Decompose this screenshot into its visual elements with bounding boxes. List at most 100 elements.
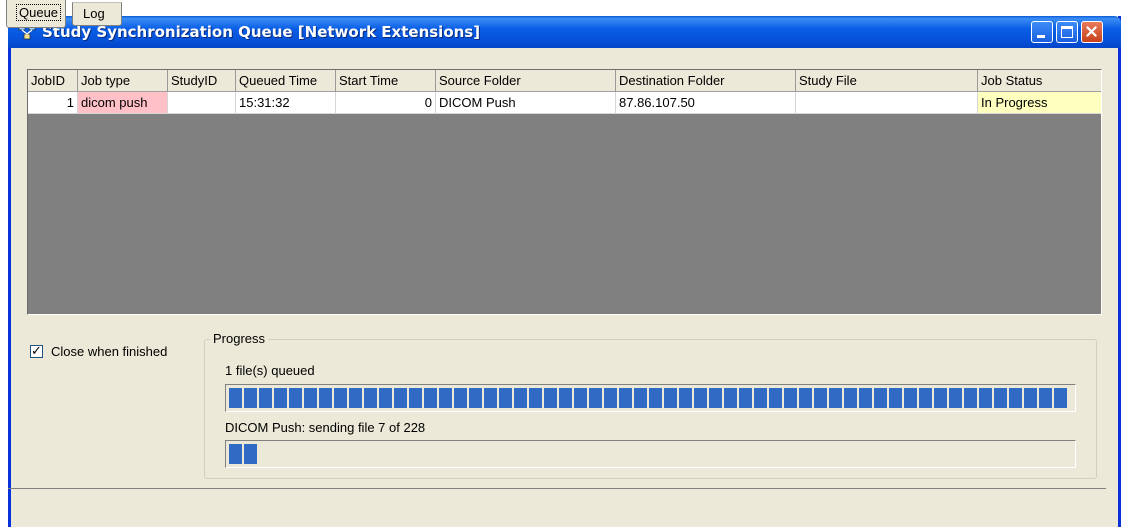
column-header-studyid[interactable]: StudyID — [168, 70, 236, 92]
column-header-job-type[interactable]: Job type — [78, 70, 168, 92]
progress-segment — [514, 388, 527, 408]
progress-segment — [784, 388, 797, 408]
progress-segment — [244, 388, 257, 408]
progress-segment — [874, 388, 887, 408]
cell-studyid — [168, 92, 236, 114]
progress-segment — [319, 388, 332, 408]
progress-segment — [844, 388, 857, 408]
progress-segment — [934, 388, 947, 408]
cell-job-status: In Progress — [978, 92, 1101, 114]
cell-study-file — [796, 92, 978, 114]
progress-segment — [664, 388, 677, 408]
progress-segment — [574, 388, 587, 408]
progress-segment — [409, 388, 422, 408]
grid-header: JobID Job type StudyID Queued Time Start… — [28, 70, 1101, 92]
progress-segment — [424, 388, 437, 408]
column-header-destination-folder[interactable]: Destination Folder — [616, 70, 796, 92]
cell-jobid: 1 — [28, 92, 78, 114]
cell-source-folder: DICOM Push — [436, 92, 616, 114]
tab-log[interactable]: Log — [72, 2, 122, 26]
progress-segment — [649, 388, 662, 408]
sending-status-text: DICOM Push: sending file 7 of 228 — [225, 420, 426, 435]
progress-segment — [304, 388, 317, 408]
progress-segment — [949, 388, 962, 408]
progress-segment — [799, 388, 812, 408]
progress-segment — [889, 388, 902, 408]
progress-segment — [919, 388, 932, 408]
progress-segment — [814, 388, 827, 408]
maximize-button[interactable] — [1056, 21, 1078, 43]
progress-segment — [334, 388, 347, 408]
progress-segment — [754, 388, 767, 408]
column-header-queued-time[interactable]: Queued Time — [236, 70, 336, 92]
progress-group-label: Progress — [210, 331, 269, 346]
column-header-job-status[interactable]: Job Status — [978, 70, 1101, 92]
progress-segment — [724, 388, 737, 408]
maximize-icon — [1061, 26, 1073, 38]
progress-segment — [589, 388, 602, 408]
queued-progress-bar — [225, 384, 1076, 412]
column-header-study-file[interactable]: Study File — [796, 70, 978, 92]
close-button[interactable] — [1081, 21, 1103, 43]
progress-segment — [499, 388, 512, 408]
progress-segment — [394, 388, 407, 408]
progress-segment — [349, 388, 362, 408]
queued-status-text: 1 file(s) queued — [225, 363, 315, 378]
progress-segment — [229, 444, 242, 464]
cell-queued-time: 15:31:32 — [236, 92, 336, 114]
progress-segment — [904, 388, 917, 408]
minimize-button[interactable] — [1031, 21, 1053, 43]
close-icon — [1086, 26, 1097, 37]
tab-queue-label: Queue — [15, 4, 62, 21]
progress-segment — [994, 388, 1007, 408]
progress-segment — [274, 388, 287, 408]
progress-segment — [244, 444, 257, 464]
progress-segment — [484, 388, 497, 408]
progress-segment — [439, 388, 452, 408]
progress-segment — [769, 388, 782, 408]
progress-segment — [229, 388, 242, 408]
table-row[interactable]: 1 dicom push 15:31:32 0 DICOM Push 87.86… — [28, 92, 1101, 114]
progress-segment — [829, 388, 842, 408]
progress-segment — [1039, 388, 1052, 408]
progress-segment — [364, 388, 377, 408]
progress-segment — [454, 388, 467, 408]
progress-segment — [1024, 388, 1037, 408]
job-queue-grid[interactable]: JobID Job type StudyID Queued Time Start… — [27, 69, 1102, 315]
tab-strip-divider — [8, 488, 1106, 489]
progress-segment — [544, 388, 557, 408]
title-bar[interactable]: Study Synchronization Queue [Network Ext… — [8, 16, 1121, 48]
progress-segment — [529, 388, 542, 408]
progress-segment — [709, 388, 722, 408]
cell-job-type: dicom push — [78, 92, 168, 114]
checkbox-box[interactable]: ✓ — [30, 343, 43, 358]
progress-segment — [379, 388, 392, 408]
progress-segment — [634, 388, 647, 408]
close-when-finished-label: Close when finished — [51, 344, 168, 359]
progress-segment — [259, 388, 272, 408]
cell-start-time: 0 — [336, 92, 436, 114]
column-header-start-time[interactable]: Start Time — [336, 70, 436, 92]
tab-log-label: Log — [83, 6, 105, 21]
progress-segment — [739, 388, 752, 408]
cell-destination-folder: 87.86.107.50 — [616, 92, 796, 114]
progress-segment — [289, 388, 302, 408]
sending-progress-bar — [225, 440, 1076, 468]
check-icon: ✓ — [31, 343, 42, 358]
progress-segment — [679, 388, 692, 408]
progress-segment — [604, 388, 617, 408]
minimize-icon — [1037, 35, 1045, 38]
column-header-source-folder[interactable]: Source Folder — [436, 70, 616, 92]
progress-segment — [559, 388, 572, 408]
progress-segment — [694, 388, 707, 408]
progress-segment — [859, 388, 872, 408]
progress-segment — [619, 388, 632, 408]
tab-queue[interactable]: Queue — [6, 0, 66, 28]
progress-segment — [469, 388, 482, 408]
progress-segment — [1009, 388, 1022, 408]
close-when-finished-checkbox[interactable]: ✓ Close when finished — [30, 343, 168, 359]
progress-segment — [1054, 388, 1067, 408]
column-header-jobid[interactable]: JobID — [28, 70, 78, 92]
progress-segment — [964, 388, 977, 408]
progress-segment — [979, 388, 992, 408]
